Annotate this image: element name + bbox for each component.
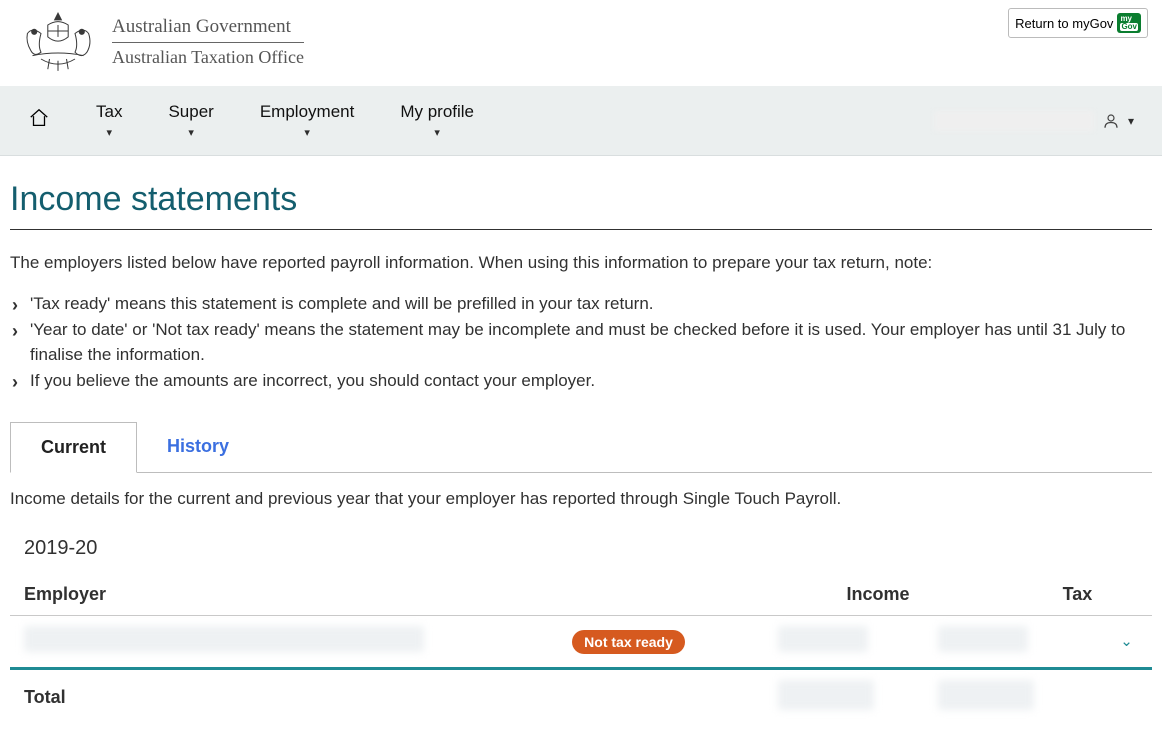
note-item: If you believe the amounts are incorrect… xyxy=(10,369,1152,394)
nav-my-profile-label: My profile xyxy=(400,102,474,122)
user-icon xyxy=(1102,112,1120,130)
nav-my-profile[interactable]: My profile ▾ xyxy=(400,102,474,139)
chevron-down-icon: ▾ xyxy=(434,126,440,139)
tax-value-redacted xyxy=(938,626,1028,652)
income-value-redacted xyxy=(778,626,868,652)
chevron-down-icon: ▾ xyxy=(304,126,310,139)
intro-text: The employers listed below have reported… xyxy=(10,250,1152,276)
year-heading: 2019-20 xyxy=(24,537,1152,560)
total-income-redacted xyxy=(778,680,874,710)
nav-tax[interactable]: Tax ▾ xyxy=(96,102,122,139)
total-row: Total xyxy=(10,669,1152,726)
chevron-down-icon: ▾ xyxy=(188,126,194,139)
income-table: Employer Income Tax Not tax ready ⌄ Tota… xyxy=(10,574,1152,725)
coat-of-arms-icon xyxy=(14,8,102,76)
tab-subtext: Income details for the current and previ… xyxy=(10,489,1152,509)
main-nav: Tax ▾ Super ▾ Employment ▾ My profile ▾ … xyxy=(0,86,1162,156)
nav-home[interactable] xyxy=(28,107,50,134)
notes-list: 'Tax ready' means this statement is comp… xyxy=(10,292,1152,395)
return-to-mygov-button[interactable]: Return to myGov my Gov xyxy=(1008,8,1148,38)
mygov-badge-icon: my Gov xyxy=(1117,13,1141,33)
nav-employment-label: Employment xyxy=(260,102,354,122)
user-menu[interactable]: ▾ xyxy=(934,111,1134,131)
chevron-down-icon: ▾ xyxy=(106,126,112,139)
total-tax-redacted xyxy=(938,680,1034,710)
note-item: 'Tax ready' means this statement is comp… xyxy=(10,292,1152,317)
return-to-mygov-label: Return to myGov xyxy=(1015,16,1113,31)
col-employer: Employer xyxy=(10,574,558,616)
chevron-down-icon: ▾ xyxy=(1128,114,1134,128)
user-name-redacted xyxy=(934,111,1094,131)
table-row: Not tax ready ⌄ xyxy=(10,616,1152,669)
nav-super[interactable]: Super ▾ xyxy=(168,102,213,139)
logo-text-line1: Australian Government xyxy=(112,16,304,43)
col-income: Income xyxy=(764,574,924,616)
page-title: Income statements xyxy=(10,180,1152,230)
nav-tax-label: Tax xyxy=(96,102,122,122)
tab-current[interactable]: Current xyxy=(10,422,137,473)
tab-history[interactable]: History xyxy=(137,422,259,472)
expand-row-toggle[interactable]: ⌄ xyxy=(1120,633,1133,650)
gov-logo-block: Australian Government Australian Taxatio… xyxy=(14,8,304,76)
total-label: Total xyxy=(10,669,558,726)
nav-employment[interactable]: Employment ▾ xyxy=(260,102,354,139)
col-tax: Tax xyxy=(924,574,1107,616)
note-item: 'Year to date' or 'Not tax ready' means … xyxy=(10,318,1152,367)
nav-super-label: Super xyxy=(168,102,213,122)
employer-name-redacted xyxy=(24,626,424,652)
tabs: Current History xyxy=(10,422,1152,473)
status-badge: Not tax ready xyxy=(572,630,685,654)
home-icon xyxy=(28,107,50,129)
logo-text-line2: Australian Taxation Office xyxy=(112,43,304,68)
